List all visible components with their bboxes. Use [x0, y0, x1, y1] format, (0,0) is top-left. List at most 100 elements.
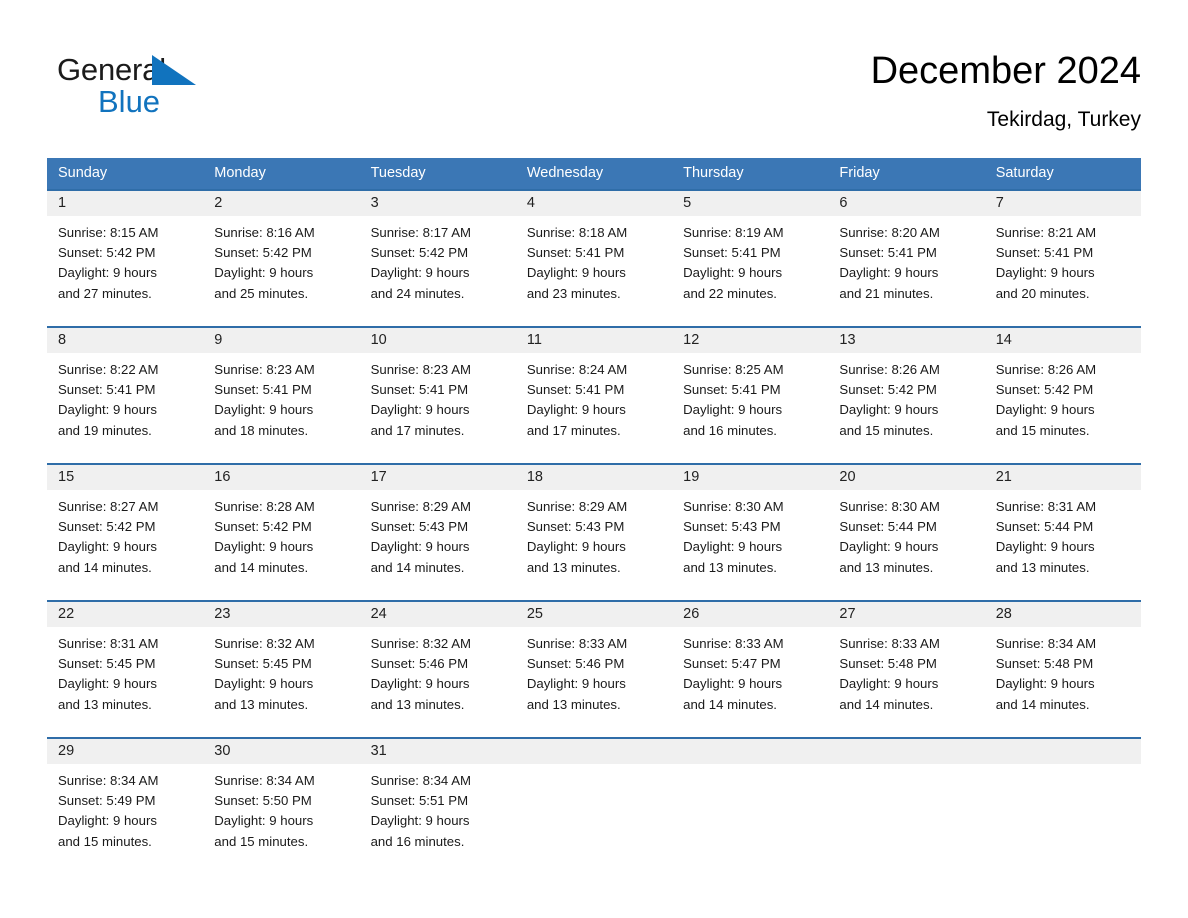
day-detail-line: Sunset: 5:42 PM: [995, 382, 1094, 398]
day-number[interactable]: 29: [47, 739, 203, 764]
day-cell[interactable]: Sunrise: 8:25 AM Sunset: 5:41 PM Daylight:…: [672, 353, 828, 463]
day-detail-line: Sunset: 5:43 PM: [526, 519, 625, 535]
day-cell[interactable]: Sunrise: 8:19 AM Sunset: 5:41 PM Daylight:…: [672, 216, 828, 326]
day-number[interactable]: 1: [47, 191, 203, 216]
day-number[interactable]: 8: [47, 328, 203, 353]
day-detail-line: Sunrise: 8:23 AM: [370, 362, 471, 377]
day-cell[interactable]: Sunrise: 8:33 AM Sunset: 5:47 PM Daylight:…: [672, 627, 828, 737]
day-detail-line: Sunrise: 8:19 AM: [683, 225, 784, 240]
day-cell-empty: [516, 764, 672, 874]
day-number[interactable]: 22: [47, 602, 203, 627]
day-number[interactable]: 19: [672, 465, 828, 490]
day-cell[interactable]: Sunrise: 8:17 AM Sunset: 5:42 PM Daylight:…: [360, 216, 516, 326]
day-cell[interactable]: Sunrise: 8:34 AM Sunset: 5:48 PM Daylight:…: [985, 627, 1141, 737]
day-number[interactable]: 24: [360, 602, 516, 627]
day-cell[interactable]: Sunrise: 8:34 AM Sunset: 5:51 PM Daylight:…: [360, 764, 516, 874]
day-detail-line: Sunset: 5:48 PM: [839, 656, 937, 672]
day-detail-line: Daylight: 9 hours: [370, 813, 470, 829]
day-cell[interactable]: Sunrise: 8:24 AM Sunset: 5:41 PM Daylight:…: [516, 353, 672, 463]
day-number[interactable]: 18: [516, 465, 672, 490]
day-cell[interactable]: Sunrise: 8:33 AM Sunset: 5:48 PM Daylight:…: [828, 627, 984, 737]
day-detail-line: and 14 minutes.: [58, 559, 152, 575]
day-detail-line: Sunrise: 8:17 AM: [370, 225, 471, 240]
day-number: [672, 739, 828, 764]
day-cell[interactable]: Sunrise: 8:18 AM Sunset: 5:41 PM Daylight:…: [516, 216, 672, 326]
day-number[interactable]: 4: [516, 191, 672, 216]
day-number[interactable]: 3: [360, 191, 516, 216]
day-detail-line: Daylight: 9 hours: [370, 676, 470, 692]
day-number[interactable]: 23: [203, 602, 359, 627]
day-detail-line: Daylight: 9 hours: [58, 813, 157, 829]
day-detail-line: Sunrise: 8:27 AM: [58, 499, 159, 514]
day-cell[interactable]: Sunrise: 8:15 AM Sunset: 5:42 PM Daylight:…: [47, 216, 203, 326]
day-number[interactable]: 21: [985, 465, 1141, 490]
day-detail-line: and 16 minutes.: [370, 833, 465, 849]
day-number[interactable]: 30: [203, 739, 359, 764]
day-number[interactable]: 28: [985, 602, 1141, 627]
day-cell[interactable]: Sunrise: 8:31 AM Sunset: 5:44 PM Daylight:…: [985, 490, 1141, 600]
day-detail-line: and 24 minutes.: [370, 285, 465, 301]
day-detail-line: Daylight: 9 hours: [58, 265, 157, 281]
day-cell[interactable]: Sunrise: 8:34 AM Sunset: 5:49 PM Daylight:…: [47, 764, 203, 874]
day-cell[interactable]: Sunrise: 8:20 AM Sunset: 5:41 PM Daylight:…: [828, 216, 984, 326]
day-detail-line: Daylight: 9 hours: [214, 402, 314, 418]
day-number[interactable]: 25: [516, 602, 672, 627]
day-detail-line: Sunset: 5:46 PM: [370, 656, 469, 672]
day-number[interactable]: 9: [203, 328, 359, 353]
day-cell[interactable]: Sunrise: 8:30 AM Sunset: 5:43 PM Daylight:…: [672, 490, 828, 600]
week-detail-band: Sunrise: 8:34 AM Sunset: 5:49 PM Daylight:…: [47, 764, 1141, 874]
day-number[interactable]: 31: [360, 739, 516, 764]
day-detail-line: and 14 minutes.: [839, 696, 934, 712]
day-cell[interactable]: Sunrise: 8:26 AM Sunset: 5:42 PM Daylight:…: [828, 353, 984, 463]
day-number[interactable]: 20: [828, 465, 984, 490]
day-detail-line: Sunset: 5:43 PM: [683, 519, 781, 535]
day-cell[interactable]: Sunrise: 8:32 AM Sunset: 5:46 PM Daylight:…: [360, 627, 516, 737]
day-number[interactable]: 2: [203, 191, 359, 216]
day-number[interactable]: 16: [203, 465, 359, 490]
day-detail-line: Daylight: 9 hours: [214, 265, 314, 281]
day-cell[interactable]: Sunrise: 8:30 AM Sunset: 5:44 PM Daylight:…: [828, 490, 984, 600]
day-cell[interactable]: Sunrise: 8:16 AM Sunset: 5:42 PM Daylight:…: [203, 216, 359, 326]
day-detail-line: Sunrise: 8:34 AM: [214, 773, 315, 788]
day-cell[interactable]: Sunrise: 8:23 AM Sunset: 5:41 PM Daylight:…: [203, 353, 359, 463]
day-of-week-header: Sunday: [58, 165, 108, 181]
day-number[interactable]: 11: [516, 328, 672, 353]
day-detail-line: and 25 minutes.: [214, 285, 309, 301]
day-detail-line: Sunrise: 8:31 AM: [995, 499, 1097, 514]
day-detail-line: Sunset: 5:42 PM: [214, 519, 312, 535]
day-number[interactable]: 6: [828, 191, 984, 216]
day-number[interactable]: 15: [47, 465, 203, 490]
day-number[interactable]: 14: [985, 328, 1141, 353]
day-detail-line: Daylight: 9 hours: [839, 539, 939, 555]
day-number[interactable]: 17: [360, 465, 516, 490]
day-number[interactable]: 7: [985, 191, 1141, 216]
day-number[interactable]: 10: [360, 328, 516, 353]
day-cell[interactable]: Sunrise: 8:34 AM Sunset: 5:50 PM Daylight:…: [203, 764, 359, 874]
day-cell[interactable]: Sunrise: 8:32 AM Sunset: 5:45 PM Daylight:…: [203, 627, 359, 737]
day-cell[interactable]: Sunrise: 8:22 AM Sunset: 5:41 PM Daylight:…: [47, 353, 203, 463]
day-cell[interactable]: Sunrise: 8:29 AM Sunset: 5:43 PM Daylight:…: [360, 490, 516, 600]
day-cell[interactable]: Sunrise: 8:31 AM Sunset: 5:45 PM Daylight:…: [47, 627, 203, 737]
day-detail-line: Sunrise: 8:32 AM: [370, 636, 471, 651]
page-subtitle: Tekirdag, Turkey: [986, 108, 1141, 131]
day-cell[interactable]: Sunrise: 8:27 AM Sunset: 5:42 PM Daylight:…: [47, 490, 203, 600]
day-detail-line: and 17 minutes.: [370, 422, 465, 438]
day-cell[interactable]: Sunrise: 8:28 AM Sunset: 5:42 PM Daylight:…: [203, 490, 359, 600]
day-number[interactable]: 5: [672, 191, 828, 216]
day-detail-line: Sunset: 5:46 PM: [526, 656, 625, 672]
day-cell[interactable]: Sunrise: 8:29 AM Sunset: 5:43 PM Daylight:…: [516, 490, 672, 600]
day-detail-line: Sunrise: 8:34 AM: [370, 773, 471, 788]
day-number[interactable]: 13: [828, 328, 984, 353]
day-detail-line: and 13 minutes.: [58, 696, 152, 712]
day-cell[interactable]: Sunrise: 8:33 AM Sunset: 5:46 PM Daylight:…: [516, 627, 672, 737]
day-number[interactable]: 27: [828, 602, 984, 627]
day-cell[interactable]: Sunrise: 8:21 AM Sunset: 5:41 PM Daylight:…: [985, 216, 1141, 326]
day-detail-line: Daylight: 9 hours: [839, 402, 939, 418]
day-number[interactable]: 12: [672, 328, 828, 353]
day-detail-line: and 27 minutes.: [58, 285, 152, 301]
day-detail-line: Sunrise: 8:28 AM: [214, 499, 315, 514]
day-number[interactable]: 26: [672, 602, 828, 627]
day-cell[interactable]: Sunrise: 8:23 AM Sunset: 5:41 PM Daylight:…: [360, 353, 516, 463]
day-detail-line: Daylight: 9 hours: [683, 676, 783, 692]
day-cell[interactable]: Sunrise: 8:26 AM Sunset: 5:42 PM Daylight:…: [985, 353, 1141, 463]
